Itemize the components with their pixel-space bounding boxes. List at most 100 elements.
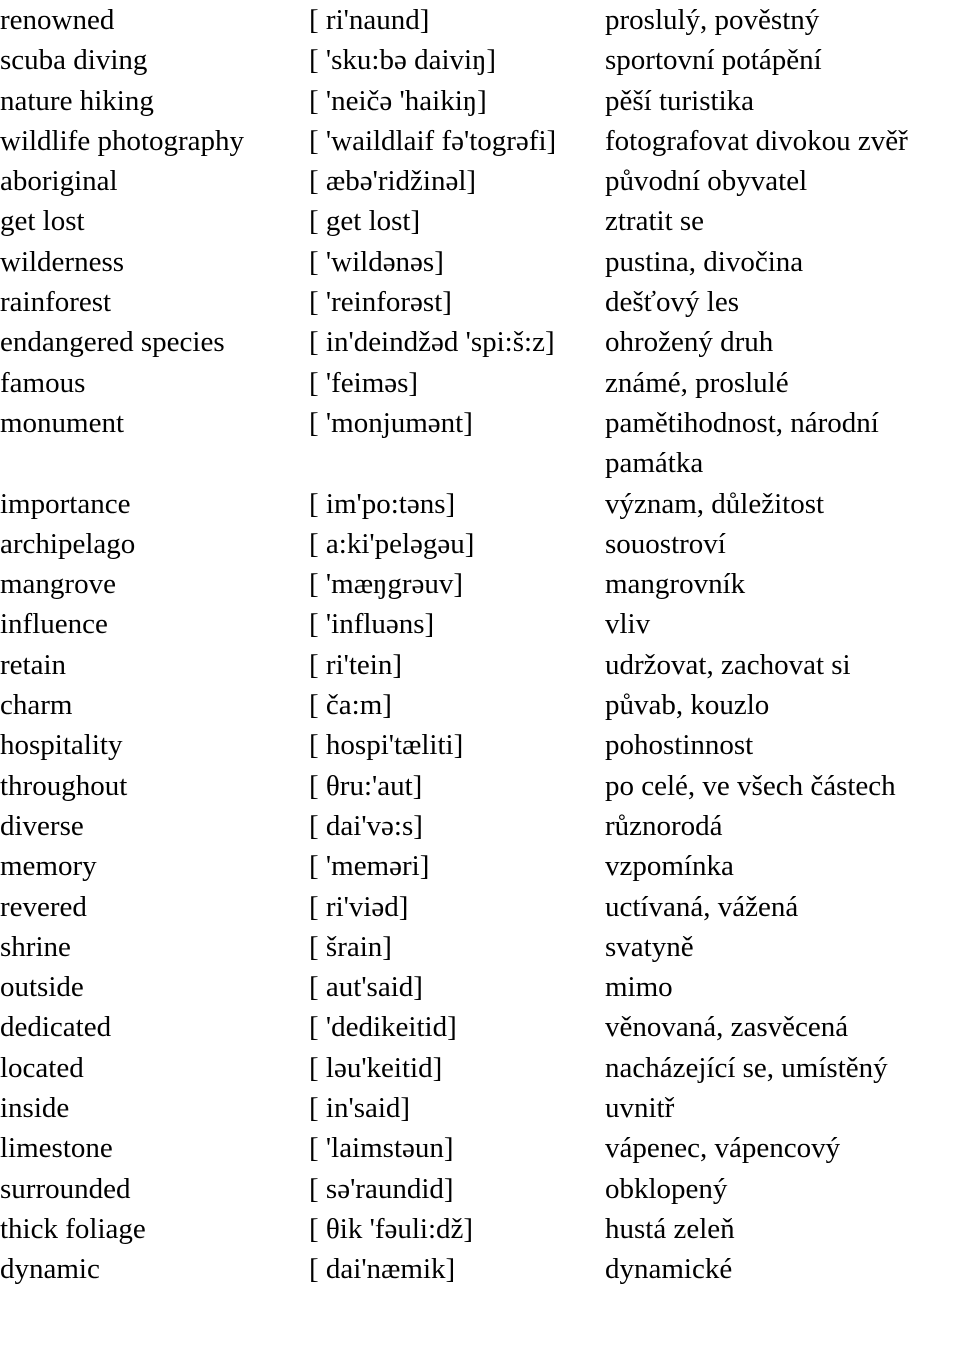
- czech-translation: po celé, ve všech částech: [605, 769, 896, 802]
- vocabulary-row: diverse [ dai'və:s] různorodá: [0, 806, 960, 846]
- english-term: renowned: [0, 4, 115, 36]
- pronunciation-cell: [ sə'raundid]: [309, 1169, 605, 1209]
- translation-cell: význam, důležitost: [605, 484, 960, 524]
- phonetic-transcription: [ in'said]: [309, 1092, 411, 1125]
- english-term: retain: [0, 648, 67, 681]
- term-cell: shrine: [0, 927, 309, 967]
- phonetic-transcription: [ ri'viəd]: [309, 890, 409, 923]
- english-term: archipelago: [0, 527, 136, 560]
- phonetic-transcription: [ šrain]: [309, 930, 392, 963]
- pronunciation-cell: [ θik 'fəuli:dž]: [309, 1209, 605, 1249]
- english-term: shrine: [0, 930, 71, 963]
- czech-translation: udržovat, zachovat si: [605, 648, 851, 681]
- czech-translation: sportovní potápění: [605, 44, 822, 77]
- pronunciation-cell: [ im'po:təns]: [309, 484, 605, 524]
- translation-cell: mimo: [605, 967, 960, 1007]
- pronunciation-cell: [ æbə'ridžinəl]: [309, 161, 605, 201]
- czech-translation: pamětihodnost, národní památka: [605, 406, 879, 480]
- translation-cell: dynamické: [605, 1249, 960, 1289]
- czech-translation: známé, proslulé: [605, 366, 789, 399]
- czech-translation: souostroví: [605, 527, 726, 560]
- vocabulary-row: endangered species [ in'deindžəd 'spi:š:z…: [0, 322, 960, 362]
- vocabulary-row: retain [ ri'tein] udržovat, zachovat si: [0, 645, 960, 685]
- vocabulary-row: memory [ 'meməri] vzpomínka: [0, 846, 960, 886]
- pronunciation-cell: [ 'dedikeitid]: [309, 1007, 605, 1047]
- translation-cell: pustina, divočina: [605, 242, 960, 282]
- phonetic-transcription: [ ča:m]: [309, 689, 392, 722]
- czech-translation: vzpomínka: [605, 850, 734, 883]
- term-cell: endangered species: [0, 322, 309, 362]
- pronunciation-cell: [ 'wildənəs]: [309, 242, 605, 282]
- term-cell: retain: [0, 645, 309, 685]
- pronunciation-cell: [ 'sku:bə daiviŋ]: [309, 40, 605, 80]
- translation-cell: udržovat, zachovat si: [605, 645, 960, 685]
- term-cell: throughout: [0, 766, 309, 806]
- pronunciation-cell: [ hospi'tæliti]: [309, 725, 605, 765]
- pronunciation-cell: [ dai'næmik]: [309, 1249, 605, 1289]
- czech-translation: původní obyvatel: [605, 165, 808, 198]
- czech-translation: svatyně: [605, 930, 694, 963]
- term-cell: scuba diving: [0, 40, 309, 80]
- term-cell: revered: [0, 887, 309, 927]
- czech-translation: vliv: [605, 608, 651, 641]
- english-term: dedicated: [0, 1011, 112, 1044]
- term-cell: rainforest: [0, 282, 309, 322]
- english-term: charm: [0, 689, 73, 722]
- phonetic-transcription: [ aut'said]: [309, 971, 423, 1004]
- translation-cell: ohrožený druh: [605, 322, 960, 362]
- translation-cell: souostroví: [605, 524, 960, 564]
- term-cell: located: [0, 1048, 309, 1088]
- term-cell: mangrove: [0, 564, 309, 604]
- czech-translation: proslulý, pověstný: [605, 4, 820, 36]
- translation-cell: pohostinnost: [605, 725, 960, 765]
- czech-translation: pohostinnost: [605, 729, 754, 762]
- czech-translation: ztratit se: [605, 205, 705, 238]
- phonetic-transcription: [ 'meməri]: [309, 850, 430, 883]
- translation-cell: různorodá: [605, 806, 960, 846]
- phonetic-transcription: [ 'dedikeitid]: [309, 1011, 457, 1044]
- translation-cell: obklopený: [605, 1169, 960, 1209]
- term-cell: get lost: [0, 201, 309, 241]
- czech-translation: mangrovník: [605, 568, 746, 601]
- english-term: wilderness: [0, 245, 125, 278]
- translation-cell: dešťový les: [605, 282, 960, 322]
- pronunciation-cell: [ 'laimstəun]: [309, 1128, 605, 1168]
- vocabulary-row: influence [ 'influəns] vliv: [0, 604, 960, 644]
- pronunciation-cell: [ in'deindžəd 'spi:š:z]: [309, 322, 605, 362]
- vocabulary-row: outside [ aut'said] mimo: [0, 967, 960, 1007]
- pronunciation-cell: [ 'reinforəst]: [309, 282, 605, 322]
- czech-translation: věnovaná, zasvěcená: [605, 1011, 849, 1044]
- pronunciation-cell: [ 'influəns]: [309, 604, 605, 644]
- translation-cell: nacházející se, umístěný: [605, 1048, 960, 1088]
- term-cell: influence: [0, 604, 309, 644]
- czech-translation: uvnitř: [605, 1092, 675, 1125]
- translation-cell: svatyně: [605, 927, 960, 967]
- pronunciation-cell: [ dai'və:s]: [309, 806, 605, 846]
- translation-cell: vzpomínka: [605, 846, 960, 886]
- czech-translation: různorodá: [605, 809, 723, 842]
- translation-cell: hustá zeleň: [605, 1209, 960, 1249]
- english-term: diverse: [0, 809, 84, 842]
- phonetic-transcription: [ 'monjumənt]: [309, 406, 473, 439]
- phonetic-transcription: [ 'feiməs]: [309, 366, 419, 399]
- term-cell: dedicated: [0, 1007, 309, 1047]
- term-cell: monument: [0, 403, 309, 484]
- term-cell: charm: [0, 685, 309, 725]
- translation-cell: vliv: [605, 604, 960, 644]
- term-cell: archipelago: [0, 524, 309, 564]
- term-cell: aboriginal: [0, 161, 309, 201]
- phonetic-transcription: [ 'waildlaif fə'togrəfi]: [309, 124, 557, 157]
- english-term: limestone: [0, 1132, 113, 1165]
- vocabulary-row: wilderness [ 'wildənəs] pustina, divočina: [0, 242, 960, 282]
- term-cell: hospitality: [0, 725, 309, 765]
- vocabulary-row: limestone [ 'laimstəun] vápenec, vápencový: [0, 1128, 960, 1168]
- english-term: mangrove: [0, 568, 116, 601]
- vocabulary-row: throughout [ θru:'aut] po celé, ve všech č…: [0, 766, 960, 806]
- phonetic-transcription: [ 'wildənəs]: [309, 245, 444, 278]
- vocabulary-row: get lost [ get lost] ztratit se: [0, 201, 960, 241]
- vocabulary-sheet: renowned [ ri'naund] proslulý, pověstný scu…: [0, 0, 960, 1348]
- english-term: hospitality: [0, 729, 123, 762]
- phonetic-transcription: [ ri'naund]: [309, 4, 430, 36]
- translation-cell: věnovaná, zasvěcená: [605, 1007, 960, 1047]
- vocabulary-row: located [ ləu'keitid] nacházející se, umís…: [0, 1048, 960, 1088]
